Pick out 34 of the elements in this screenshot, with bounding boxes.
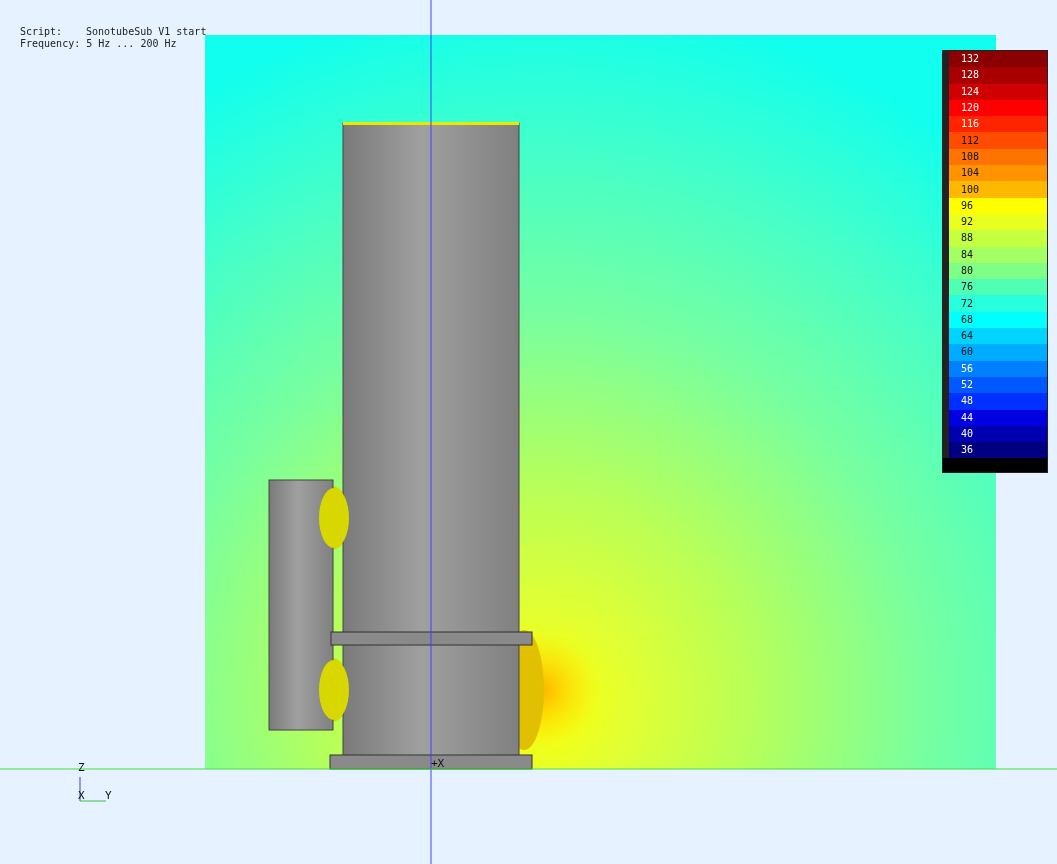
x-axis-label: X (78, 790, 85, 802)
script-label: Script: (20, 26, 64, 38)
scale-value: 124 (961, 85, 980, 98)
frequency-label: Frequency: (20, 38, 81, 50)
axis-triad-icon (79, 776, 107, 802)
scale-value: 56 (961, 362, 974, 375)
scale-value: 112 (961, 134, 980, 147)
scale-value: 116 (961, 118, 980, 131)
scale-value: 120 (961, 102, 980, 115)
scale-value: 52 (961, 379, 974, 392)
y-axis-label: Y (105, 790, 112, 802)
scale-value: 68 (961, 313, 974, 326)
scale-value: 88 (961, 232, 974, 245)
scale-value: 84 (961, 248, 974, 261)
scale-value: 72 (961, 297, 974, 310)
scale-value: 92 (961, 216, 974, 229)
scale-value: 128 (961, 69, 980, 82)
scale-value: 36 (961, 444, 974, 457)
scale-value: 96 (961, 199, 974, 212)
scale-value: 44 (961, 411, 974, 424)
scale-value: 80 (961, 265, 974, 277)
scale-value: 48 (961, 395, 974, 408)
scale-value: 100 (961, 183, 980, 196)
scale-value: 76 (961, 281, 974, 294)
z-axis-label: Z (78, 762, 85, 774)
scale-value: 132 (961, 53, 980, 66)
script-name: SonotubeSub V1 start (86, 26, 207, 38)
frequency-range: 5 Hz ... 200 Hz (86, 38, 177, 50)
scale-value: 40 (961, 427, 974, 440)
scale-value: 108 (961, 150, 980, 163)
scale-value: 60 (961, 346, 974, 359)
origin-label: +X (431, 758, 445, 770)
scale-value: 64 (961, 330, 974, 343)
scale-value: 104 (961, 167, 980, 180)
